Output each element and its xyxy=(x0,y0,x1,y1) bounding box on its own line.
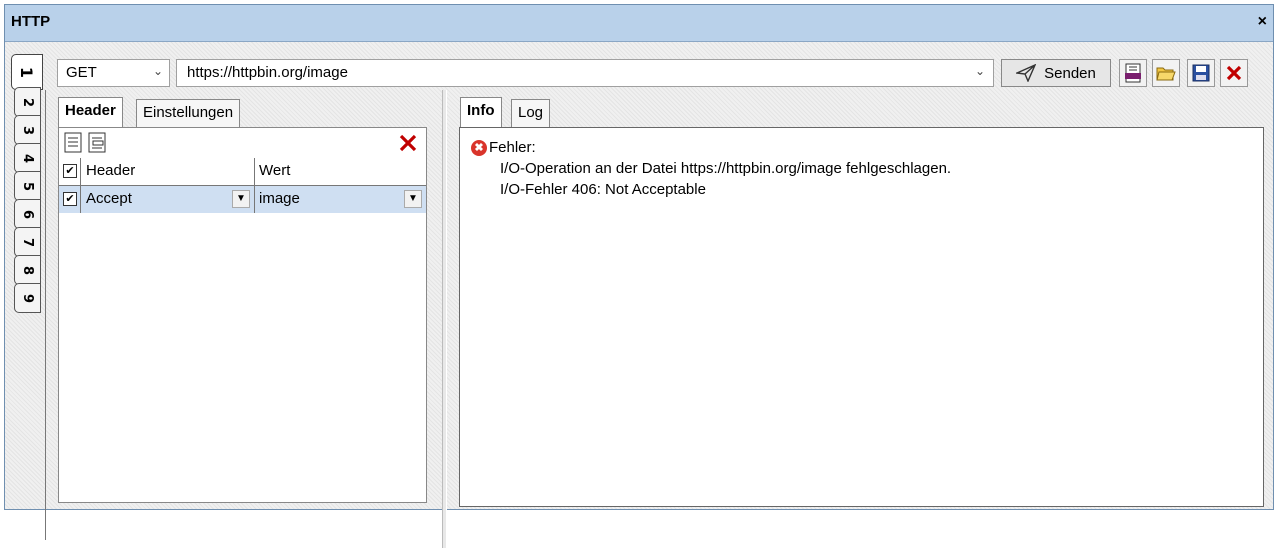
request-tab-5[interactable]: 5 xyxy=(14,171,41,201)
method-value: GET xyxy=(66,64,97,81)
header-dropdown-icon[interactable]: ▼ xyxy=(232,190,250,208)
column-separator xyxy=(254,158,255,185)
send-icon xyxy=(1016,64,1037,82)
error-icon: ✖ xyxy=(471,140,487,156)
select-all-checkbox[interactable]: ✔ xyxy=(63,164,77,178)
tab-settings[interactable]: Einstellungen xyxy=(136,99,241,127)
header-name-cell[interactable]: Accept xyxy=(86,190,132,207)
window-body: 1 2 3 4 5 6 7 8 9 GET ⌄ ⌄ Senden xyxy=(5,42,1273,548)
request-tabs: 1 2 3 4 5 6 7 8 9 xyxy=(11,54,45,314)
error-line-2: I/O-Fehler 406: Not Acceptable xyxy=(500,181,706,198)
send-label: Senden xyxy=(1044,64,1096,82)
save-icon xyxy=(1192,64,1210,82)
column-separator xyxy=(254,186,255,213)
title-bar: HTTP × xyxy=(5,5,1273,42)
request-tab-7[interactable]: 7 xyxy=(14,227,41,257)
save-button[interactable] xyxy=(1187,59,1215,87)
url-combo[interactable]: ⌄ xyxy=(176,59,994,87)
column-header-value[interactable]: Wert xyxy=(259,162,290,179)
value-dropdown-icon[interactable]: ▼ xyxy=(404,190,422,208)
insert-row-icon[interactable] xyxy=(87,131,109,155)
error-line-1: I/O-Operation an der Datei https://httpb… xyxy=(500,160,952,177)
request-tab-3[interactable]: 3 xyxy=(14,115,41,145)
tab-info[interactable]: Info xyxy=(460,97,502,127)
tab-header[interactable]: Header xyxy=(58,97,123,127)
close-request-button[interactable] xyxy=(1220,59,1248,87)
http-window: HTTP × 1 2 3 4 5 6 7 8 9 GET ⌄ ⌄ xyxy=(4,4,1274,548)
request-tab-8[interactable]: 8 xyxy=(14,255,41,285)
delete-row-icon[interactable] xyxy=(397,131,419,155)
tab-log[interactable]: Log xyxy=(511,99,551,127)
request-tab-4[interactable]: 4 xyxy=(14,143,41,173)
column-separator xyxy=(80,186,81,213)
header-value-cell[interactable]: image xyxy=(259,190,300,207)
column-separator xyxy=(80,158,81,185)
send-button[interactable]: Senden xyxy=(1001,59,1111,87)
panel-splitter[interactable] xyxy=(442,90,447,548)
request-tab-9[interactable]: 9 xyxy=(14,283,41,313)
header-grid: ✔ Header Wert ✔ Accept ▼ image ▼ xyxy=(58,127,427,503)
grid-toolbar xyxy=(59,128,426,159)
chevron-down-icon[interactable]: ⌄ xyxy=(975,64,985,78)
request-tab-2[interactable]: 2 xyxy=(14,87,41,117)
url-input[interactable] xyxy=(185,63,969,82)
chevron-down-icon: ⌄ xyxy=(152,64,163,78)
window-title: HTTP xyxy=(11,13,51,30)
wsdl-button[interactable] xyxy=(1119,59,1147,87)
open-button[interactable] xyxy=(1152,59,1180,87)
request-tab-6[interactable]: 6 xyxy=(14,199,41,229)
row-checkbox[interactable]: ✔ xyxy=(63,192,77,206)
grid-header-row: ✔ Header Wert xyxy=(59,158,426,186)
close-request-icon xyxy=(1226,65,1242,81)
append-row-icon[interactable] xyxy=(63,131,85,155)
column-header-header[interactable]: Header xyxy=(86,162,135,179)
info-panel: ✖ Fehler: I/O-Operation an der Datei htt… xyxy=(459,127,1264,507)
close-window-icon[interactable]: × xyxy=(1258,13,1267,31)
table-row[interactable]: ✔ Accept ▼ image ▼ xyxy=(59,186,426,213)
tab-strip-divider xyxy=(45,90,46,540)
method-select[interactable]: GET ⌄ xyxy=(57,59,170,87)
request-tab-1[interactable]: 1 xyxy=(11,54,43,90)
open-folder-icon xyxy=(1156,67,1176,81)
wsdl-icon xyxy=(1125,63,1141,83)
error-title: Fehler: xyxy=(489,139,536,156)
